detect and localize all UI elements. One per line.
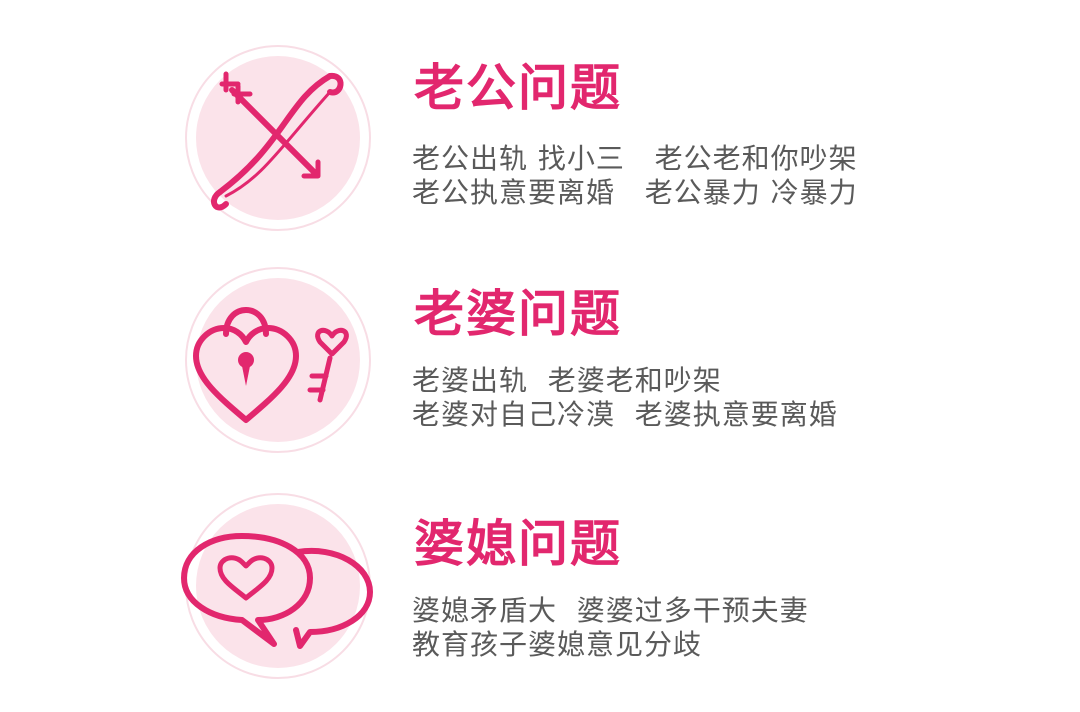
wife-issues-title: 老婆问题 (414, 285, 622, 343)
husband-issues-title: 老公问题 (414, 59, 622, 117)
wife-issues-section: 老婆问题 老婆出轨 老婆老和吵架 老婆对自己冷漠 老婆执意要离婚 (0, 254, 1080, 454)
in-law-issues-title: 婆媳问题 (414, 515, 622, 573)
husband-issues-line: 老公执意要离婚 老公暴力 冷暴力 (412, 176, 858, 209)
speech-bubbles-heart-icon (180, 492, 376, 688)
wife-issues-line: 老婆出轨 老婆老和吵架 (412, 364, 722, 397)
wife-issues-line: 老婆对自己冷漠 老婆执意要离婚 (412, 398, 838, 431)
husband-issues-line: 老公出轨 找小三 老公老和你吵架 (412, 142, 858, 175)
wife-issues-list: 老婆出轨 老婆老和吵架 老婆对自己冷漠 老婆执意要离婚 (412, 364, 838, 432)
in-law-issues-line: 婆媳矛盾大 婆婆过多干预夫妻 (412, 594, 809, 627)
husband-issues-list: 老公出轨 找小三 老公老和你吵架 老公执意要离婚 老公暴力 冷暴力 (412, 142, 858, 210)
bow-and-arrow-icon (180, 38, 376, 234)
in-law-issues-section: 婆媳问题 婆媳矛盾大 婆婆过多干预夫妻 教育孩子婆媳意见分歧 (0, 484, 1080, 684)
in-law-issues-line: 教育孩子婆媳意见分歧 (412, 628, 703, 661)
husband-issues-section: 老公问题 老公出轨 找小三 老公老和你吵架 老公执意要离婚 老公暴力 冷暴力 (0, 28, 1080, 231)
in-law-issues-list: 婆媳矛盾大 婆婆过多干预夫妻 教育孩子婆媳意见分歧 (412, 594, 809, 662)
heart-lock-and-key-icon (180, 262, 376, 458)
